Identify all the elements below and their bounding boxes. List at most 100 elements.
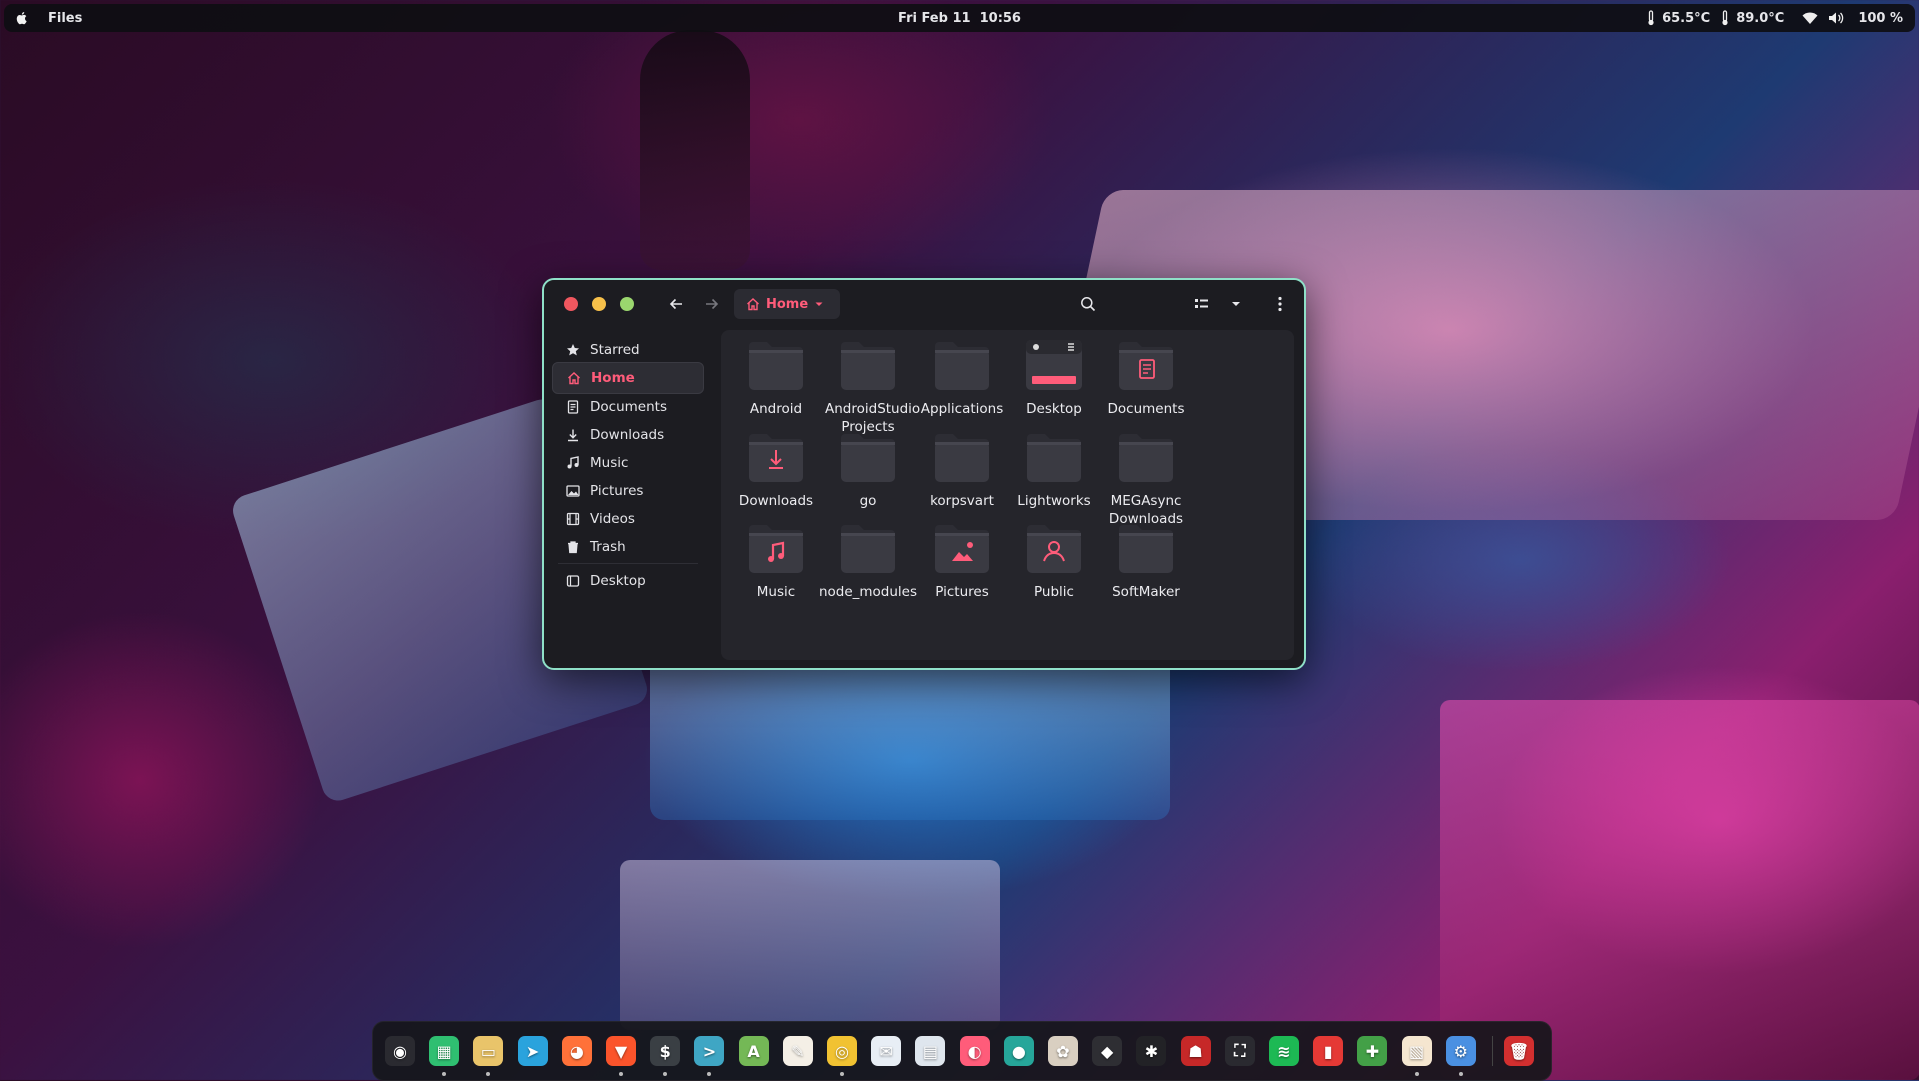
- brave-app-icon[interactable]: ▼: [606, 1036, 636, 1066]
- firefox-app-glyph: ◕: [569, 1041, 584, 1061]
- folder-item[interactable]: Music: [723, 521, 829, 601]
- gpu-temperature[interactable]: 89.0°C: [1720, 10, 1784, 26]
- running-indicator: [663, 1072, 668, 1076]
- wifi-icon[interactable]: [1802, 11, 1818, 25]
- screenshot-app-icon[interactable]: ⛶: [1224, 1036, 1255, 1066]
- kebab-menu-icon: [1278, 296, 1282, 312]
- home-icon: [747, 298, 759, 311]
- android-studio-app-icon[interactable]: A: [738, 1036, 769, 1066]
- color-picker-app-icon[interactable]: ◐: [959, 1036, 990, 1066]
- main-menu-button[interactable]: [1268, 292, 1292, 316]
- telegram-app-icon[interactable]: ➤: [517, 1036, 548, 1066]
- clock[interactable]: Fri Feb 11 10:56: [898, 11, 1021, 26]
- gimp-app-icon[interactable]: ✿: [1048, 1036, 1078, 1066]
- screen-recorder-app-glyph: ●: [1011, 1041, 1026, 1061]
- apple-logo-icon[interactable]: [14, 10, 30, 26]
- extensions-app-icon[interactable]: ✚: [1357, 1036, 1388, 1066]
- download-icon: [566, 428, 580, 442]
- places-sidebar: Starred Home Documents Downloads Music Pictur…: [544, 328, 720, 668]
- spotify-app-icon[interactable]: ≋: [1269, 1036, 1299, 1066]
- top-bar: Files Fri Feb 11 10:56 65.5°C 89.0°C 100…: [4, 4, 1915, 32]
- sidebar-item-label: Starred: [590, 342, 640, 358]
- folder-item[interactable]: Public: [1001, 521, 1107, 601]
- volume-icon[interactable]: [1828, 11, 1844, 25]
- download-icon: [568, 429, 578, 442]
- folder-picture-icon: [932, 521, 992, 575]
- close-button[interactable]: [564, 297, 578, 311]
- folder-item[interactable]: Desktop: [1001, 338, 1107, 418]
- folder-item[interactable]: Pictures: [909, 521, 1015, 601]
- card-app-icon[interactable]: ▤: [915, 1036, 946, 1066]
- screen-recorder-app-icon[interactable]: ●: [1003, 1036, 1034, 1066]
- audio-app-glyph: ▮: [1323, 1041, 1333, 1061]
- settings-app-icon[interactable]: ⚙: [1445, 1036, 1476, 1066]
- search-icon: [1081, 297, 1096, 312]
- card-app-glyph: ▤: [922, 1041, 938, 1061]
- folder-item[interactable]: MEGAsync Downloads: [1093, 430, 1199, 528]
- minimize-button[interactable]: [592, 297, 606, 311]
- github-app-icon[interactable]: ◆: [1092, 1036, 1123, 1066]
- sidebar-separator: [558, 563, 698, 564]
- sidebar-item-trash[interactable]: Trash: [552, 531, 704, 563]
- view-options-button[interactable]: [1224, 292, 1248, 316]
- trash-app-glyph: 🗑: [1508, 1041, 1530, 1061]
- tweaks-app-icon[interactable]: ▧: [1401, 1036, 1432, 1066]
- maximize-button[interactable]: [620, 297, 634, 311]
- audio-app-icon[interactable]: ▮: [1313, 1036, 1344, 1066]
- folder-item[interactable]: Applications: [909, 338, 1015, 418]
- spreadsheet-app-icon[interactable]: ▦: [429, 1036, 460, 1066]
- trash-icon: [568, 541, 578, 554]
- trash-app-icon[interactable]: 🗑: [1504, 1036, 1534, 1066]
- activities-app-glyph: ◉: [393, 1041, 407, 1061]
- folder-item[interactable]: Lightworks: [1001, 430, 1107, 510]
- terminal-app-icon[interactable]: $: [650, 1036, 681, 1066]
- location-button[interactable]: Home: [734, 289, 840, 319]
- folder-item[interactable]: node_modules: [815, 521, 921, 601]
- firefox-app-icon[interactable]: ◕: [561, 1036, 592, 1066]
- settings-app-glyph: ⚙: [1453, 1041, 1468, 1061]
- wallpaper-console-shape: [650, 650, 1170, 820]
- folder-label: korpsvart: [930, 493, 994, 509]
- mail-app-glyph: ✉: [879, 1041, 893, 1061]
- activities-app-icon[interactable]: ◉: [385, 1036, 415, 1066]
- color-picker-app-glyph: ◐: [967, 1041, 982, 1061]
- sidebar-item-desktop[interactable]: Desktop: [552, 565, 704, 597]
- video-icon: [566, 512, 580, 526]
- folder-item[interactable]: korpsvart: [909, 430, 1015, 510]
- cpu-temperature[interactable]: 65.5°C: [1646, 10, 1710, 26]
- sidebar-item-label: Music: [590, 455, 629, 471]
- folder-item[interactable]: go: [815, 430, 921, 510]
- drive-icon: [566, 575, 580, 587]
- star-icon: [567, 344, 579, 356]
- folder-item[interactable]: Downloads: [723, 430, 829, 510]
- folder-item[interactable]: SoftMaker: [1093, 521, 1199, 601]
- active-app-name[interactable]: Files: [48, 11, 82, 26]
- forward-button[interactable]: [700, 292, 724, 316]
- tweaks-app-glyph: ▧: [1409, 1041, 1425, 1061]
- chevron-down-icon: [815, 302, 823, 306]
- search-button[interactable]: [1076, 292, 1100, 316]
- chrome-app-glyph: ◎: [835, 1041, 849, 1061]
- sidebar-item-label: Videos: [590, 511, 635, 527]
- spreadsheet-app-glyph: ▦: [436, 1041, 452, 1061]
- picture-icon: [566, 485, 580, 497]
- folder-item[interactable]: Android: [723, 338, 829, 418]
- files-app-icon[interactable]: ▭: [473, 1036, 504, 1066]
- folder-item[interactable]: AndroidStudio Projects: [815, 338, 921, 436]
- dock-separator: [1492, 1036, 1493, 1066]
- folder-icon: [932, 430, 992, 484]
- battery-level[interactable]: 100 %: [1858, 11, 1903, 26]
- chrome-app-icon[interactable]: ◎: [827, 1036, 857, 1066]
- sidebar-item-home[interactable]: Home: [552, 362, 704, 394]
- folder-icon: [838, 521, 898, 575]
- text-editor-app-icon[interactable]: ✎: [782, 1036, 813, 1066]
- game-app-icon[interactable]: ☗: [1180, 1036, 1211, 1066]
- view-toggle-button[interactable]: [1190, 292, 1214, 316]
- folder-item[interactable]: Documents: [1093, 338, 1199, 418]
- mail-app-icon[interactable]: ✉: [871, 1036, 902, 1066]
- figma-app-icon[interactable]: ✱: [1136, 1036, 1167, 1066]
- console-app-icon[interactable]: >: [694, 1036, 725, 1066]
- back-button[interactable]: [664, 292, 688, 316]
- folder-music-icon: [746, 521, 806, 575]
- trash-icon: [566, 540, 580, 554]
